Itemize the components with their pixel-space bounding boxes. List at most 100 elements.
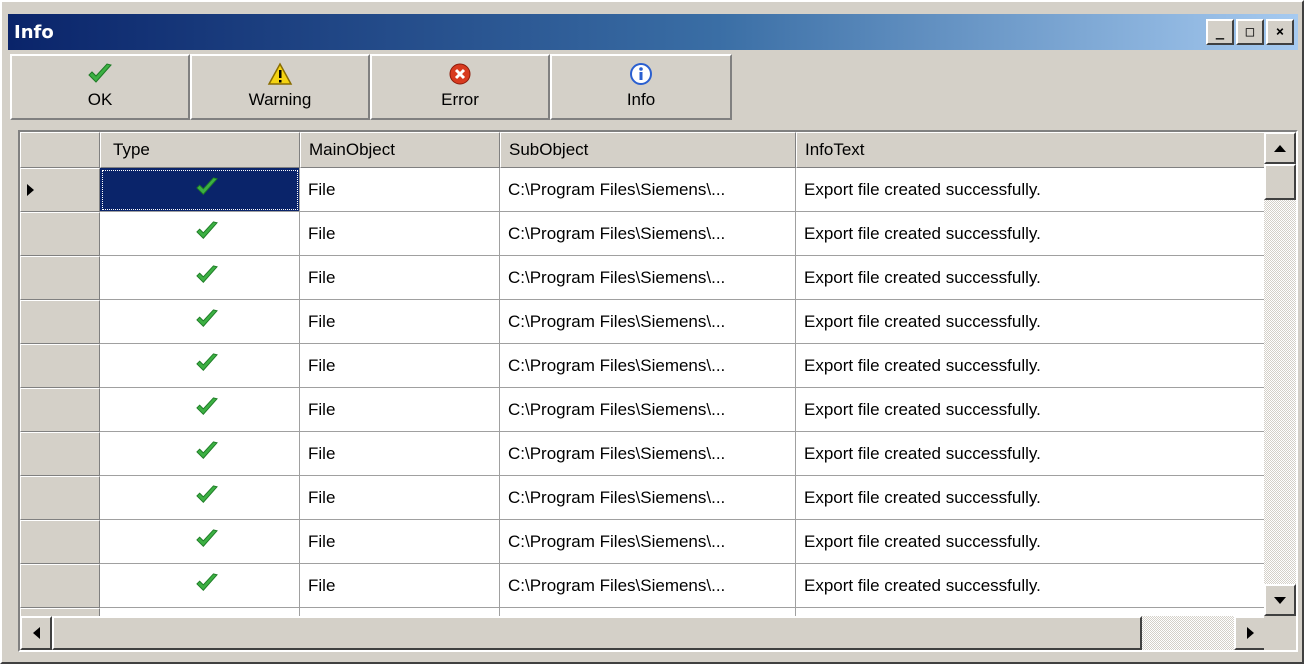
type-cell[interactable] — [100, 256, 300, 300]
infotext-cell[interactable]: Export file created successfully. — [796, 520, 1266, 564]
type-cell[interactable] — [100, 520, 300, 564]
column-header-subobject[interactable]: SubObject — [500, 132, 796, 168]
mainobject-cell[interactable]: File — [300, 564, 500, 608]
table-row[interactable]: FileC:\Program Files\Siemens\...Export f… — [20, 256, 1266, 300]
row-header[interactable] — [20, 432, 100, 476]
grid-viewport: Type MainObject SubObject InfoText File C… — [20, 132, 1266, 616]
infotext-cell[interactable]: Export file created successfully. — [796, 256, 1266, 300]
subobject-cell[interactable]: C:\Program Files\Siemens\... — [500, 300, 796, 344]
subobject-cell[interactable]: C:\Program Files\Siemens\... — [500, 168, 796, 212]
info-filter-button[interactable]: Info — [550, 54, 732, 120]
type-cell[interactable] — [100, 300, 300, 344]
table-row[interactable]: FileC:\Program Files\Siemens\...Export f… — [20, 520, 1266, 564]
arrow-right-icon — [1246, 627, 1254, 639]
row-header[interactable] — [20, 520, 100, 564]
current-row-indicator-icon — [27, 184, 34, 196]
type-cell[interactable] — [100, 344, 300, 388]
vertical-scrollbar[interactable] — [1264, 132, 1296, 616]
mainobject-cell[interactable]: File — [300, 388, 500, 432]
window-title: Info — [14, 21, 54, 43]
infotext-cell[interactable]: Export file created successfully. — [796, 300, 1266, 344]
row-header[interactable] — [20, 344, 100, 388]
vertical-scroll-thumb[interactable] — [1264, 164, 1296, 200]
column-header-type[interactable]: Type — [100, 132, 300, 168]
row-header[interactable] — [20, 256, 100, 300]
subobject-cell[interactable]: C:\Program Files\Siemens\... — [500, 564, 796, 608]
type-cell[interactable] — [100, 564, 300, 608]
type-cell[interactable] — [100, 168, 300, 212]
table-row[interactable]: FileC:\Program Files\Siemens\...Export f… — [20, 608, 1266, 616]
table-row[interactable]: FileC:\Program Files\Siemens\...Export f… — [20, 212, 1266, 256]
maximize-button[interactable]: □ — [1236, 19, 1264, 45]
filter-toolbar: OK Warning Error Info — [10, 54, 1298, 120]
mainobject-cell[interactable]: File — [300, 300, 500, 344]
scroll-up-button[interactable] — [1264, 132, 1296, 164]
table-row[interactable]: FileC:\Program Files\Siemens\...Export f… — [20, 388, 1266, 432]
warning-icon — [267, 61, 293, 87]
infotext-cell[interactable]: Export file created successfully. — [796, 212, 1266, 256]
table-row[interactable]: FileC:\Program Files\Siemens\...Export f… — [20, 344, 1266, 388]
subobject-cell[interactable]: C:\Program Files\Siemens\... — [500, 344, 796, 388]
infotext-cell[interactable]: Export file created successfully. — [796, 564, 1266, 608]
row-header[interactable] — [20, 476, 100, 520]
check-icon — [195, 528, 219, 555]
row-header[interactable] — [20, 212, 100, 256]
mainobject-cell[interactable]: File — [300, 212, 500, 256]
row-header[interactable] — [20, 564, 100, 608]
infotext-cell[interactable]: Export file created successfully. — [796, 432, 1266, 476]
table-row[interactable]: FileC:\Program Files\Siemens\...Export f… — [20, 432, 1266, 476]
close-icon: × — [1275, 24, 1285, 40]
scroll-down-button[interactable] — [1264, 584, 1296, 616]
horizontal-scrollbar[interactable] — [20, 616, 1266, 650]
message-grid: Type MainObject SubObject InfoText File C… — [18, 130, 1298, 652]
warning-filter-button[interactable]: Warning — [190, 54, 370, 120]
table-row[interactable]: FileC:\Program Files\Siemens\...Export f… — [20, 168, 1266, 212]
table-row[interactable]: FileC:\Program Files\Siemens\...Export f… — [20, 300, 1266, 344]
type-cell[interactable] — [100, 212, 300, 256]
error-filter-button[interactable]: Error — [370, 54, 550, 120]
infotext-cell[interactable]: Export file created successfully. — [796, 608, 1266, 616]
table-row[interactable]: FileC:\Program Files\Siemens\...Export f… — [20, 564, 1266, 608]
subobject-cell[interactable]: C:\Program Files\Siemens\... — [500, 432, 796, 476]
scroll-right-button[interactable] — [1234, 616, 1266, 650]
type-cell[interactable] — [100, 608, 300, 616]
infotext-cell[interactable]: Export file created successfully. — [796, 168, 1266, 212]
infotext-cell[interactable]: Export file created successfully. — [796, 476, 1266, 520]
infotext-cell[interactable]: Export file created successfully. — [796, 344, 1266, 388]
subobject-cell[interactable]: C:\Program Files\Siemens\... — [500, 256, 796, 300]
type-cell[interactable] — [100, 476, 300, 520]
row-header[interactable] — [20, 168, 100, 212]
close-button[interactable]: × — [1266, 19, 1294, 45]
title-bar[interactable]: Info _ □ × — [8, 14, 1298, 50]
ok-filter-button[interactable]: OK — [10, 54, 190, 120]
column-header-infotext[interactable]: InfoText — [796, 132, 1266, 168]
mainobject-cell[interactable]: File — [300, 168, 500, 212]
minimize-icon: _ — [1215, 24, 1225, 40]
subobject-cell[interactable]: C:\Program Files\Siemens\... — [500, 608, 796, 616]
check-icon — [87, 61, 113, 87]
minimize-button[interactable]: _ — [1206, 19, 1234, 45]
mainobject-cell[interactable]: File — [300, 344, 500, 388]
row-header[interactable] — [20, 608, 100, 616]
mainobject-cell[interactable]: File — [300, 520, 500, 564]
grid-rows: File C:\Program Files\Siemens\... Export f… — [20, 168, 1266, 616]
scroll-left-button[interactable] — [20, 616, 52, 650]
mainobject-cell[interactable]: File — [300, 256, 500, 300]
row-header[interactable] — [20, 388, 100, 432]
column-header-mainobject[interactable]: MainObject — [300, 132, 500, 168]
mainobject-cell[interactable]: File — [300, 476, 500, 520]
infotext-cell[interactable]: Export file created successfully. — [796, 388, 1266, 432]
type-cell[interactable] — [100, 432, 300, 476]
subobject-cell[interactable]: C:\Program Files\Siemens\... — [500, 476, 796, 520]
row-header[interactable] — [20, 300, 100, 344]
table-row[interactable]: FileC:\Program Files\Siemens\...Export f… — [20, 476, 1266, 520]
subobject-cell[interactable]: C:\Program Files\Siemens\... — [500, 388, 796, 432]
check-icon — [195, 440, 219, 467]
type-cell[interactable] — [100, 388, 300, 432]
mainobject-cell[interactable]: File — [300, 432, 500, 476]
info-window: Info _ □ × OK Warning Error Info Type Ma… — [0, 0, 1304, 664]
mainobject-cell[interactable]: File — [300, 608, 500, 616]
subobject-cell[interactable]: C:\Program Files\Siemens\... — [500, 520, 796, 564]
horizontal-scroll-thumb[interactable] — [52, 616, 1142, 650]
subobject-cell[interactable]: C:\Program Files\Siemens\... — [500, 212, 796, 256]
